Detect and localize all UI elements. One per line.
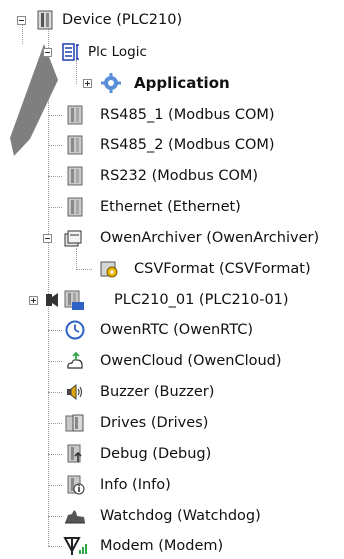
- tree-node-plc210-01[interactable]: PLC210_01 (PLC210-01): [0, 287, 344, 313]
- tree-label: CSVFormat (CSVFormat): [134, 261, 311, 277]
- tree-node-watchdog[interactable]: Watchdog (Watchdog): [0, 503, 344, 529]
- tree-node-info[interactable]: Info (Info): [0, 472, 344, 498]
- plc-logic-icon: [62, 43, 79, 61]
- collapse-toggle[interactable]: [43, 234, 52, 243]
- tree-node-owen-rtc[interactable]: OwenRTC (OwenRTC): [0, 317, 344, 343]
- plc-io-icon: [46, 293, 58, 307]
- info-icon: [67, 475, 85, 495]
- tree-node-rs485-2[interactable]: RS485_2 (Modbus COM): [0, 132, 344, 158]
- tree-label: OwenArchiver (OwenArchiver): [100, 230, 320, 246]
- tree-label: RS485_1 (Modbus COM): [100, 107, 275, 123]
- csv-format-icon: [100, 261, 118, 278]
- tree-label: Debug (Debug): [100, 446, 212, 462]
- collapse-toggle[interactable]: [43, 48, 52, 57]
- modem-antenna-icon: [63, 537, 87, 555]
- tree-label: PLC210_01 (PLC210-01): [114, 292, 289, 308]
- module-icon: [67, 197, 83, 217]
- tree-node-plc-logic[interactable]: Plc Logic: [0, 39, 344, 65]
- watchdog-icon: [65, 510, 85, 524]
- archiver-icon: [64, 230, 82, 247]
- tree-label: RS485_2 (Modbus COM): [100, 137, 275, 153]
- tree-label: Drives (Drives): [100, 415, 209, 431]
- device-tree[interactable]: Device (PLC210) Plc Logic Application RS…: [0, 0, 344, 555]
- tree-label: Info (Info): [100, 477, 171, 493]
- tree-label: OwenCloud (OwenCloud): [100, 353, 282, 369]
- clock-icon: [65, 320, 85, 340]
- tree-node-debug[interactable]: Debug (Debug): [0, 441, 344, 467]
- tree-node-buzzer[interactable]: Buzzer (Buzzer): [0, 379, 344, 405]
- tree-label: Ethernet (Ethernet): [100, 199, 241, 215]
- tree-node-rs485-1[interactable]: RS485_1 (Modbus COM): [0, 102, 344, 128]
- tree-label-application: Application: [134, 74, 230, 92]
- module-icon: [67, 166, 83, 186]
- expand-toggle[interactable]: [83, 79, 92, 88]
- tree-node-drives[interactable]: Drives (Drives): [0, 410, 344, 436]
- tree-label: Watchdog (Watchdog): [100, 508, 261, 524]
- tree-label: OwenRTC (OwenRTC): [100, 322, 253, 338]
- tree-node-device[interactable]: Device (PLC210): [0, 7, 344, 33]
- tree-label-device: Device (PLC210): [62, 12, 183, 28]
- collapse-toggle[interactable]: [17, 16, 26, 25]
- speaker-icon: [67, 383, 83, 401]
- tree-node-rs232[interactable]: RS232 (Modbus COM): [0, 163, 344, 189]
- module-icon: [67, 105, 83, 125]
- tree-label: Modem (Modem): [100, 538, 224, 554]
- tree-label: RS232 (Modbus COM): [100, 168, 259, 184]
- application-gear-icon: [101, 73, 121, 93]
- tree-node-application[interactable]: Application: [0, 70, 344, 96]
- drives-icon: [65, 414, 84, 432]
- tree-node-owen-cloud[interactable]: OwenCloud (OwenCloud): [0, 348, 344, 374]
- tree-node-modem[interactable]: Modem (Modem): [0, 533, 344, 559]
- device-module-icon: [37, 10, 53, 30]
- tree-node-ethernet[interactable]: Ethernet (Ethernet): [0, 194, 344, 220]
- tree-label-plc-logic: Plc Logic: [88, 44, 147, 60]
- cloud-icon: [67, 351, 83, 369]
- module-icon: [67, 135, 83, 155]
- tree-node-csv-format[interactable]: CSVFormat (CSVFormat): [0, 256, 344, 282]
- debug-icon: [67, 444, 82, 463]
- expand-toggle[interactable]: [29, 296, 38, 305]
- module-io-icon: [64, 290, 84, 310]
- tree-label: Buzzer (Buzzer): [100, 384, 215, 400]
- tree-node-owen-archiver[interactable]: OwenArchiver (OwenArchiver): [0, 225, 344, 251]
